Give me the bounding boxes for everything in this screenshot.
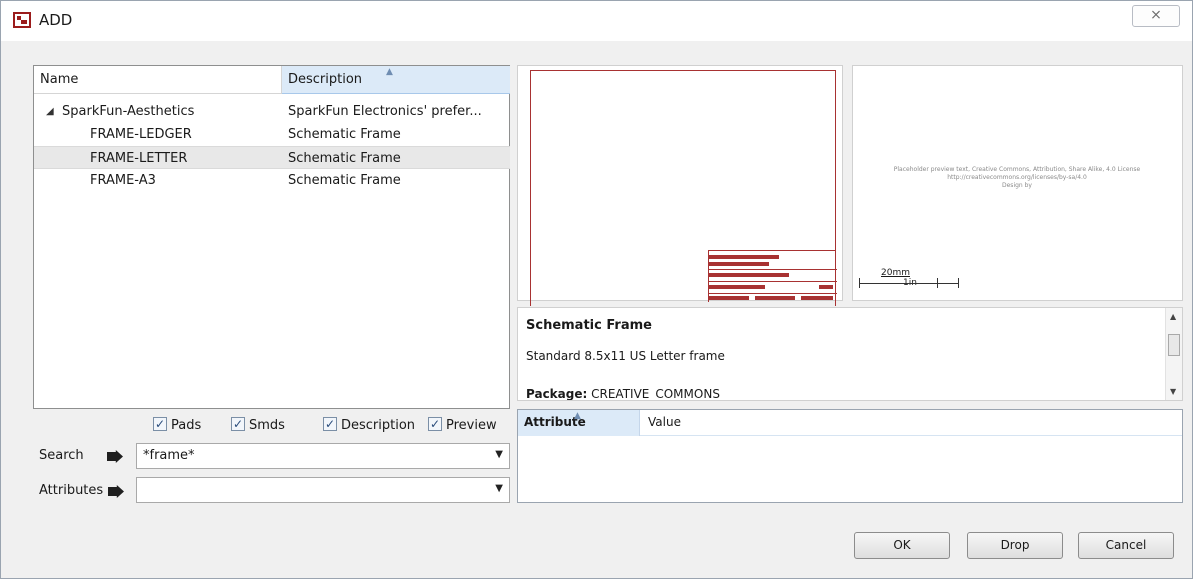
arrow-right-icon bbox=[107, 450, 123, 463]
add-dialog: ADD ⨯ Name Description ▲ ◢ SparkFun-Aest… bbox=[0, 0, 1193, 579]
title-block-bar bbox=[709, 255, 779, 259]
package-preview-text: Placeholder preview text, Creative Commo… bbox=[857, 166, 1177, 190]
pads-checkbox[interactable]: Pads bbox=[153, 413, 202, 437]
preview-text-line: Placeholder preview text, Creative Commo… bbox=[893, 166, 1141, 173]
preview-checkbox[interactable]: Preview bbox=[428, 413, 497, 437]
checkbox-checked-icon[interactable] bbox=[231, 413, 245, 435]
column-header-name[interactable]: Name bbox=[34, 66, 282, 94]
title-block-line bbox=[709, 293, 837, 294]
scale-tick bbox=[859, 278, 860, 288]
attributes-label: Attributes bbox=[39, 483, 104, 498]
column-header-description[interactable]: Description ▲ bbox=[282, 66, 510, 94]
package-label: Package: bbox=[526, 387, 588, 401]
sort-ascending-icon: ▲ bbox=[386, 67, 393, 77]
checkbox-checked-icon[interactable] bbox=[428, 413, 442, 435]
tree-row-description: Schematic Frame bbox=[288, 173, 401, 188]
dropdown-arrow-icon[interactable]: ▼ bbox=[495, 449, 503, 460]
scale-line bbox=[859, 283, 959, 284]
attributes-combobox[interactable]: ▼ bbox=[136, 477, 510, 503]
title-block-bar bbox=[819, 285, 833, 289]
description-panel[interactable]: Schematic Frame Standard 8.5x11 US Lette… bbox=[517, 307, 1183, 401]
title-block-bar bbox=[709, 285, 765, 289]
search-value: *frame* bbox=[143, 448, 195, 463]
tree-row-frame-a3[interactable]: FRAME-A3 Schematic Frame bbox=[34, 169, 510, 192]
preview-label: Preview bbox=[446, 418, 497, 433]
cancel-button[interactable]: Cancel bbox=[1078, 532, 1174, 559]
description-label: Description bbox=[341, 418, 416, 433]
description-title: Schematic Frame bbox=[526, 318, 652, 333]
tree-row-library[interactable]: ◢ SparkFun-Aesthetics SparkFun Electroni… bbox=[34, 100, 510, 123]
tree-row-name: FRAME-LEDGER bbox=[90, 127, 192, 142]
attribute-table[interactable]: Attribute ▲ Value bbox=[517, 409, 1183, 503]
smds-label: Smds bbox=[249, 418, 285, 433]
scale-bar: 20mm 1in bbox=[859, 266, 959, 296]
scale-label-mm: 20mm bbox=[881, 268, 910, 278]
library-tree[interactable]: Name Description ▲ ◢ SparkFun-Aesthetics… bbox=[33, 65, 510, 409]
title-bar[interactable]: ADD ⨯ bbox=[1, 1, 1192, 41]
checkbox-checked-icon[interactable] bbox=[323, 413, 337, 435]
tree-row-frame-ledger[interactable]: FRAME-LEDGER Schematic Frame bbox=[34, 123, 510, 146]
scale-tick bbox=[958, 278, 959, 288]
title-block-bar bbox=[755, 296, 795, 300]
package-value: CREATIVE_COMMONS bbox=[591, 387, 720, 401]
attribute-table-header: Attribute ▲ Value bbox=[518, 410, 1182, 436]
ok-button[interactable]: OK bbox=[854, 532, 950, 559]
column-header-value[interactable]: Value bbox=[640, 410, 840, 436]
sort-ascending-icon: ▲ bbox=[574, 411, 581, 421]
title-block-bar bbox=[801, 296, 833, 300]
title-block-line bbox=[709, 269, 837, 270]
scale-tick bbox=[937, 278, 938, 288]
drop-button[interactable]: Drop bbox=[967, 532, 1063, 559]
collapse-arrow-icon[interactable]: ◢ bbox=[46, 100, 54, 123]
close-button[interactable]: ⨯ bbox=[1132, 5, 1180, 27]
scroll-up-icon[interactable]: ▲ bbox=[1170, 312, 1176, 321]
search-combobox[interactable]: *frame* ▼ bbox=[136, 443, 510, 469]
search-label: Search bbox=[39, 448, 84, 463]
symbol-preview[interactable] bbox=[517, 65, 843, 306]
smds-checkbox[interactable]: Smds bbox=[231, 413, 285, 437]
tree-row-frame-letter[interactable]: FRAME-LETTER Schematic Frame bbox=[34, 146, 510, 169]
tree-header: Name Description ▲ bbox=[34, 66, 510, 94]
checkbox-checked-icon[interactable] bbox=[153, 413, 167, 435]
description-text: Standard 8.5x11 US Letter frame bbox=[526, 349, 725, 363]
tree-row-description: Schematic Frame bbox=[288, 151, 401, 166]
window-title: ADD bbox=[39, 11, 73, 29]
arrow-right-icon bbox=[108, 485, 124, 498]
title-block bbox=[708, 250, 837, 302]
tree-row-name: SparkFun-Aesthetics bbox=[62, 104, 195, 119]
description-scrollbar[interactable]: ▲ ▼ bbox=[1165, 308, 1182, 400]
pads-label: Pads bbox=[171, 418, 202, 433]
dropdown-arrow-icon[interactable]: ▼ bbox=[495, 483, 503, 494]
tree-row-description: Schematic Frame bbox=[288, 127, 401, 142]
description-checkbox[interactable]: Description bbox=[323, 413, 416, 437]
tree-row-name: FRAME-LETTER bbox=[90, 151, 188, 166]
tree-row-description: SparkFun Electronics' prefer... bbox=[288, 104, 482, 119]
scroll-down-icon[interactable]: ▼ bbox=[1170, 387, 1176, 396]
preview-text-line: Design by bbox=[1002, 182, 1032, 189]
column-header-description-label: Description bbox=[288, 72, 363, 87]
preview-text-line: http://creativecommons.org/licenses/by-s… bbox=[947, 174, 1087, 181]
column-header-attribute[interactable]: Attribute ▲ bbox=[518, 410, 640, 436]
title-block-bar bbox=[709, 296, 749, 300]
app-icon bbox=[13, 12, 31, 28]
title-block-bar bbox=[709, 262, 769, 266]
tree-row-name: FRAME-A3 bbox=[90, 173, 156, 188]
scroll-thumb[interactable] bbox=[1168, 334, 1180, 356]
package-info: Package: CREATIVE_COMMONS bbox=[526, 387, 720, 401]
package-preview[interactable]: Placeholder preview text, Creative Commo… bbox=[852, 65, 1183, 301]
title-block-line bbox=[709, 281, 837, 282]
title-block-bar bbox=[709, 273, 789, 277]
